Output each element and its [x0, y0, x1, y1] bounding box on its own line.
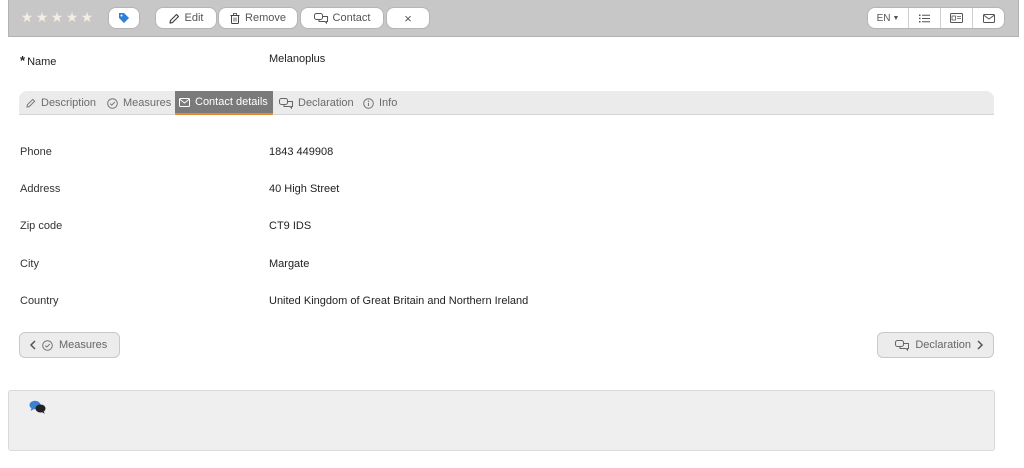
pencil-icon: [26, 98, 36, 108]
zip-code-label: Zip code: [20, 220, 63, 232]
address-value: 40 High Street: [269, 183, 340, 195]
previous-tab-button[interactable]: Measures: [19, 332, 120, 358]
top-toolbar: ★ ★ ★ ★ ★ Edit Remove Contact × EN ▼: [8, 0, 1019, 37]
tab-info[interactable]: Info: [359, 91, 401, 115]
id-card-icon: [950, 13, 963, 23]
pencil-icon: [168, 13, 179, 24]
zip-code-value: CT9 IDS: [269, 220, 312, 232]
city-label: City: [20, 258, 39, 270]
address-label: Address: [20, 183, 61, 195]
close-icon: ×: [404, 10, 412, 26]
name-label: * Name: [20, 53, 56, 68]
required-mark: *: [20, 53, 26, 68]
star-icon[interactable]: ★: [65, 9, 79, 25]
contact-button[interactable]: Contact: [300, 7, 384, 29]
contact-button-label: Contact: [332, 12, 371, 24]
edit-button-label: Edit: [184, 12, 204, 24]
phone-value: 1843 449908: [269, 146, 334, 158]
chat-icon: [895, 339, 910, 351]
star-icon[interactable]: ★: [20, 9, 34, 25]
tab-label: Description: [41, 97, 97, 109]
tab-bar: Description Measures Contact details Dec…: [19, 91, 994, 115]
previous-tab-label: Measures: [59, 339, 108, 351]
star-icon[interactable]: ★: [50, 9, 64, 25]
chat-icon: [279, 97, 293, 109]
city-value: Margate: [269, 258, 310, 270]
list-icon: [919, 14, 930, 22]
tab-label: Contact details: [195, 96, 268, 108]
comments-panel[interactable]: [8, 390, 995, 451]
remove-button[interactable]: Remove: [218, 7, 298, 29]
next-tab-label: Declaration: [915, 339, 971, 351]
language-label: EN: [876, 12, 891, 24]
tab-declaration[interactable]: Declaration: [275, 91, 358, 115]
country-label: Country: [20, 295, 59, 307]
tab-description[interactable]: Description: [22, 91, 100, 115]
card-view-button[interactable]: [940, 8, 972, 28]
rating-stars[interactable]: ★ ★ ★ ★ ★: [20, 9, 94, 25]
list-view-button[interactable]: [908, 8, 940, 28]
chat-icon: [313, 12, 328, 24]
name-label-text: Name: [27, 56, 57, 68]
language-dropdown[interactable]: EN ▼: [868, 8, 908, 28]
envelope-icon: [179, 97, 190, 107]
tab-label: Info: [379, 97, 398, 109]
comments-icon[interactable]: [29, 400, 47, 414]
envelope-icon: [982, 13, 995, 23]
caret-down-icon: ▼: [892, 14, 900, 22]
chevron-right-icon: [977, 340, 984, 350]
star-icon[interactable]: ★: [35, 9, 49, 25]
check-circle-icon: [42, 339, 53, 351]
tag-icon: [119, 13, 129, 23]
tab-measures[interactable]: Measures: [103, 91, 175, 115]
chevron-left-icon: [29, 340, 36, 350]
close-button[interactable]: ×: [386, 7, 430, 29]
phone-label: Phone: [20, 146, 52, 158]
tab-label: Measures: [123, 97, 172, 109]
tag-button[interactable]: [108, 7, 140, 29]
info-icon: [363, 97, 374, 109]
trash-icon: [230, 12, 240, 24]
view-options: EN ▼: [867, 7, 1005, 29]
star-icon[interactable]: ★: [80, 9, 94, 25]
next-tab-button[interactable]: Declaration: [877, 332, 994, 358]
tab-contact-details[interactable]: Contact details: [175, 91, 273, 115]
name-value: Melanoplus: [269, 53, 326, 65]
edit-button[interactable]: Edit: [155, 7, 217, 29]
tab-label: Declaration: [298, 97, 354, 109]
check-circle-icon: [107, 97, 118, 109]
mail-button[interactable]: [972, 8, 1004, 28]
remove-button-label: Remove: [245, 12, 286, 24]
country-value: United Kingdom of Great Britain and Nort…: [269, 295, 529, 307]
